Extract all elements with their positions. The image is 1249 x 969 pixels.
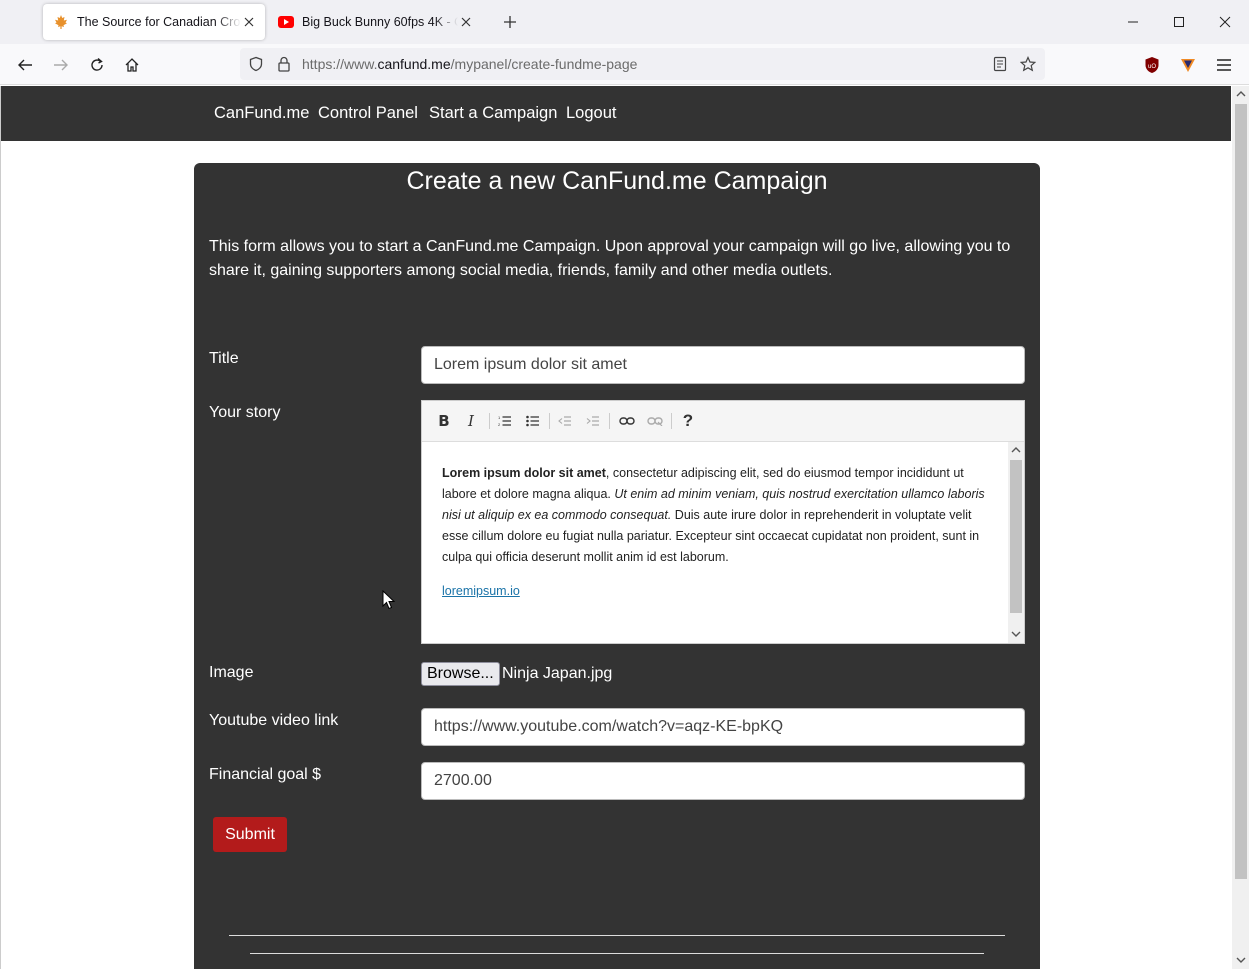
nav-brand-link[interactable]: CanFund.me xyxy=(214,104,309,123)
browser-nav-bar: https://www.canfund.me/mypanel/create-fu… xyxy=(0,44,1249,85)
toolbar-separator xyxy=(671,413,672,429)
shield-icon[interactable] xyxy=(247,55,265,73)
new-tab-icon[interactable] xyxy=(500,12,520,32)
extension-v-icon[interactable] xyxy=(1176,53,1200,77)
divider xyxy=(229,935,1005,936)
browser-tab-bar: The Source for Canadian Crowdfunding Big… xyxy=(0,0,1249,44)
scroll-down-icon[interactable] xyxy=(1236,955,1246,965)
intro-text: This form allows you to start a CanFund.… xyxy=(209,238,1011,279)
home-icon[interactable] xyxy=(120,53,144,77)
bold-icon[interactable]: B xyxy=(434,411,454,431)
page-scrollbar[interactable] xyxy=(1232,86,1249,969)
story-label: Your story xyxy=(209,404,281,421)
tab-canfund[interactable]: The Source for Canadian Crowdfunding xyxy=(43,4,265,40)
submit-button[interactable]: Submit xyxy=(213,817,287,852)
toolbar-separator xyxy=(549,413,550,429)
scroll-up-icon[interactable] xyxy=(1236,89,1246,99)
link-icon[interactable] xyxy=(617,411,637,431)
browse-button[interactable]: Browse... xyxy=(421,662,500,686)
help-icon[interactable]: ? xyxy=(678,411,698,431)
image-filename: Ninja Japan.jpg xyxy=(502,665,613,682)
hamburger-menu-icon[interactable] xyxy=(1212,53,1236,77)
close-tab-icon[interactable] xyxy=(458,14,474,30)
site-navigation: CanFund.me Control Panel Start a Campaig… xyxy=(1,86,1231,141)
story-content[interactable]: Lorem ipsum dolor sit amet, consectetur … xyxy=(442,463,987,602)
page-viewport: CanFund.me Control Panel Start a Campaig… xyxy=(0,86,1249,969)
youtube-label: Youtube video link xyxy=(209,712,339,729)
youtube-icon xyxy=(278,14,294,30)
outdent-icon[interactable] xyxy=(555,411,575,431)
url-domain: canfund.me xyxy=(377,56,451,72)
reader-view-icon[interactable] xyxy=(991,55,1009,73)
toolbar-separator xyxy=(609,413,610,429)
back-arrow-icon[interactable] xyxy=(13,53,37,77)
bookmark-star-icon[interactable] xyxy=(1019,55,1037,73)
editor-scrollbar[interactable] xyxy=(1008,442,1024,643)
url-path: /mypanel/create-fundme-page xyxy=(450,56,638,72)
close-tab-icon[interactable] xyxy=(241,14,257,30)
url-prefix: https://www. xyxy=(302,56,378,72)
tab-title: Big Buck Bunny 60fps 4K - Official xyxy=(302,15,458,29)
page-scroll-thumb[interactable] xyxy=(1235,104,1247,879)
title-label: Title xyxy=(209,350,239,367)
story-editor[interactable]: B I 12 ? Lorem ipsum dolor sit amet, con… xyxy=(421,400,1025,644)
image-label: Image xyxy=(209,664,254,681)
minimize-icon[interactable] xyxy=(1121,10,1145,34)
svg-text:1: 1 xyxy=(498,415,501,420)
editor-scroll-thumb[interactable] xyxy=(1010,460,1022,613)
ordered-list-icon[interactable]: 12 xyxy=(495,411,515,431)
unlink-icon[interactable] xyxy=(645,411,665,431)
title-input[interactable]: Lorem ipsum dolor sit amet xyxy=(421,346,1025,384)
page-title: Create a new CanFund.me Campaign xyxy=(406,167,828,195)
url-text[interactable]: https://www.canfund.me/mypanel/create-fu… xyxy=(302,56,637,72)
tab-title: The Source for Canadian Crowdfunding xyxy=(77,15,241,29)
story-paragraph: Lorem ipsum dolor sit amet, consectetur … xyxy=(442,463,987,568)
address-bar[interactable]: https://www.canfund.me/mypanel/create-fu… xyxy=(240,48,1045,80)
reload-icon[interactable] xyxy=(85,53,109,77)
svg-text:uO: uO xyxy=(1148,64,1156,70)
maple-leaf-icon xyxy=(53,14,69,30)
toolbar-separator xyxy=(489,413,490,429)
tab-youtube[interactable]: Big Buck Bunny 60fps 4K - Official xyxy=(268,4,482,40)
editor-toolbar: B I 12 ? xyxy=(422,401,1024,442)
close-window-icon[interactable] xyxy=(1213,10,1237,34)
story-link[interactable]: loremipsum.io xyxy=(442,584,520,598)
goal-label: Financial goal $ xyxy=(209,766,322,783)
forward-arrow-icon[interactable] xyxy=(49,53,73,77)
lock-icon[interactable] xyxy=(275,55,293,73)
mouse-cursor-icon xyxy=(382,590,396,610)
scroll-up-icon[interactable] xyxy=(1011,445,1021,455)
campaign-form-panel: Create a new CanFund.me Campaign This fo… xyxy=(194,163,1040,969)
svg-text:2: 2 xyxy=(498,422,501,427)
bullet-list-icon[interactable] xyxy=(523,411,543,431)
story-bold-text: Lorem ipsum dolor sit amet xyxy=(442,466,606,480)
goal-input[interactable]: 2700.00 xyxy=(421,762,1025,800)
maximize-icon[interactable] xyxy=(1167,10,1191,34)
nav-control-panel-link[interactable]: Control Panel xyxy=(318,104,418,123)
italic-icon[interactable]: I xyxy=(461,411,481,431)
nav-start-campaign-link[interactable]: Start a Campaign xyxy=(429,104,557,123)
ublock-icon[interactable]: uO xyxy=(1140,53,1164,77)
nav-logout-link[interactable]: Logout xyxy=(566,104,616,123)
story-link-paragraph: loremipsum.io xyxy=(442,581,987,602)
youtube-input[interactable]: https://www.youtube.com/watch?v=aqz-KE-b… xyxy=(421,708,1025,746)
scroll-down-icon[interactable] xyxy=(1011,629,1021,639)
indent-icon[interactable] xyxy=(583,411,603,431)
divider xyxy=(250,953,984,954)
